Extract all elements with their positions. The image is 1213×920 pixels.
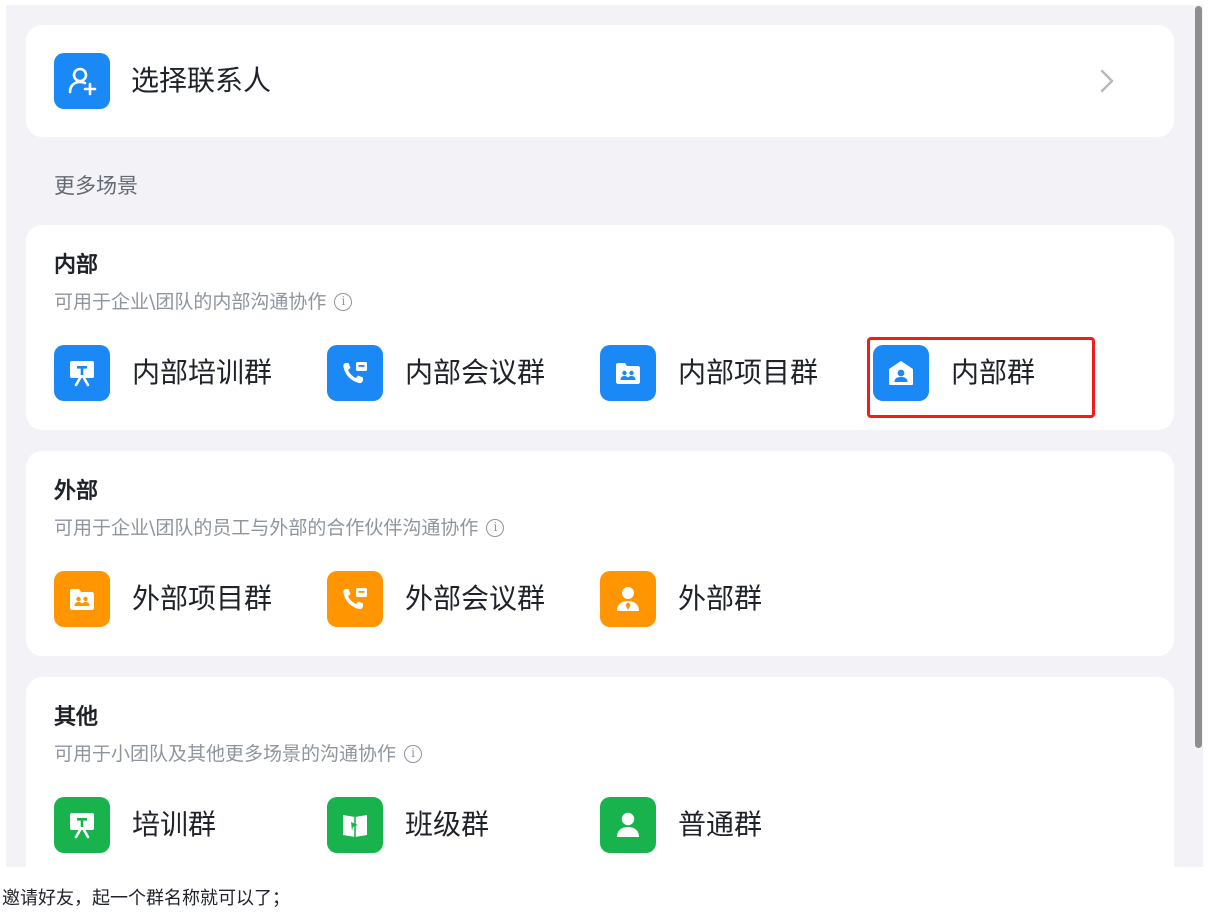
training-board-icon <box>54 345 110 401</box>
chevron-right-icon <box>1100 69 1114 97</box>
info-icon[interactable]: i <box>404 745 423 763</box>
select-contacts-label: 选择联系人 <box>131 64 272 97</box>
external-meeting-group[interactable]: 外部会议群 <box>327 571 545 627</box>
internal-training-group[interactable]: 内部培训群 <box>54 345 272 401</box>
item-label: 培训群 <box>132 808 217 841</box>
training-group[interactable]: 培训群 <box>54 797 216 853</box>
external-project-group[interactable]: 外部项目群 <box>54 571 272 627</box>
external-section: 外部 可用于企业\团队的员工与外部的合作伙伴沟通协作 i 外部项目群 外部会议群… <box>26 451 1174 656</box>
meeting-phone-icon <box>327 345 383 401</box>
user-badge-icon <box>600 571 656 627</box>
item-label: 班级群 <box>405 808 490 841</box>
section-title: 其他 <box>54 705 99 730</box>
add-user-icon <box>54 53 110 109</box>
meeting-phone-icon <box>327 571 383 627</box>
vertical-scrollbar[interactable] <box>1195 6 1202 748</box>
section-title: 外部 <box>54 479 99 504</box>
item-label: 外部会议群 <box>405 582 546 615</box>
user-icon <box>600 797 656 853</box>
item-label: 内部项目群 <box>678 356 819 389</box>
section-desc: 可用于企业\团队的内部沟通协作 i <box>54 287 353 317</box>
project-folder-icon <box>600 345 656 401</box>
item-label: 外部项目群 <box>132 582 273 615</box>
class-group[interactable]: 班级群 <box>327 797 489 853</box>
internal-meeting-group[interactable]: 内部会议群 <box>327 345 545 401</box>
item-label: 外部群 <box>678 582 763 615</box>
item-label: 内部培训群 <box>132 356 273 389</box>
scene-picker-panel: 选择联系人 更多场景 内部 可用于企业\团队的内部沟通协作 i 内部培训群 内部… <box>6 5 1203 867</box>
info-icon[interactable]: i <box>334 293 353 311</box>
section-desc-text: 可用于企业\团队的内部沟通协作 <box>54 291 327 313</box>
class-book-icon <box>327 797 383 853</box>
select-contacts-row[interactable]: 选择联系人 <box>26 25 1174 137</box>
section-desc: 可用于企业\团队的员工与外部的合作伙伴沟通协作 i <box>54 513 505 543</box>
section-title: 内部 <box>54 253 99 278</box>
regular-group[interactable]: 普通群 <box>600 797 762 853</box>
item-label: 普通群 <box>678 808 763 841</box>
project-folder-icon <box>54 571 110 627</box>
info-icon[interactable]: i <box>486 519 505 537</box>
training-board-icon <box>54 797 110 853</box>
section-desc-text: 可用于企业\团队的员工与外部的合作伙伴沟通协作 <box>54 517 479 539</box>
other-section: 其他 可用于小团队及其他更多场景的沟通协作 i 培训群 班级群 普通群 <box>26 677 1174 867</box>
highlight-annotation-box <box>867 337 1095 418</box>
more-scenes-heading: 更多场景 <box>54 174 138 198</box>
internal-project-group[interactable]: 内部项目群 <box>600 345 818 401</box>
section-desc-text: 可用于小团队及其他更多场景的沟通协作 <box>54 743 397 765</box>
caption-text: 邀请好友，起一个群名称就可以了； <box>2 888 290 909</box>
section-desc: 可用于小团队及其他更多场景的沟通协作 i <box>54 739 423 769</box>
external-group[interactable]: 外部群 <box>600 571 762 627</box>
item-label: 内部会议群 <box>405 356 546 389</box>
